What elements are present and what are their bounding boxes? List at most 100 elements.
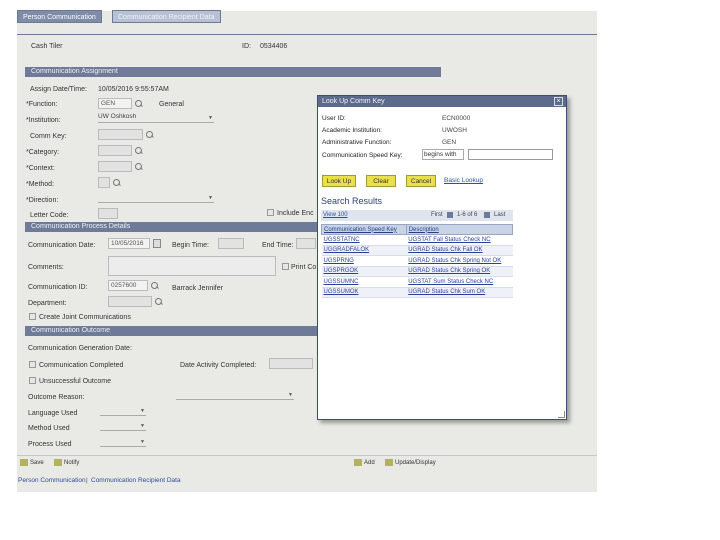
joint-comm-checkbox[interactable] <box>29 313 36 320</box>
admin-function-label: Administrative Function: <box>322 139 392 146</box>
institution-label: *Institution: <box>26 117 61 124</box>
chevron-down-icon: ▼ <box>140 408 145 414</box>
view-all-link[interactable]: View 100 <box>323 212 348 218</box>
table-row[interactable]: UGSPRNG UGRAD Status Chk Spring Not OK <box>321 255 513 267</box>
date-completed-field[interactable] <box>269 358 313 369</box>
results-table: Communication Speed Key Description UGSS… <box>321 224 514 298</box>
language-select[interactable]: ▼ <box>100 406 146 416</box>
chevron-down-icon: ▼ <box>140 423 145 429</box>
resize-handle-icon[interactable] <box>558 411 565 418</box>
column-header-description[interactable]: Description <box>405 224 514 235</box>
notify-icon <box>54 458 62 466</box>
description-cell[interactable]: UGRAD Status Chk Spring OK <box>406 266 513 277</box>
update-display-button[interactable]: Update/Display <box>385 458 436 468</box>
clear-button[interactable]: Clear <box>366 175 396 187</box>
academic-institution-value: UWOSH <box>442 127 467 134</box>
department-field[interactable] <box>108 296 152 307</box>
begin-time-field[interactable] <box>218 238 244 249</box>
speed-key-cell[interactable]: UGSPRGOK <box>321 266 407 277</box>
function-lookup-icon[interactable] <box>135 100 143 108</box>
joint-comm-label: Create Joint Communications <box>39 314 131 321</box>
description-cell[interactable]: UGSTAT Sum Status Check NC <box>406 276 513 288</box>
category-label: *Category: <box>26 149 60 156</box>
direction-label: *Direction: <box>26 197 59 204</box>
category-field[interactable] <box>98 145 132 156</box>
end-time-label: End Time: <box>262 242 294 249</box>
next-arrow-icon[interactable] <box>484 212 490 218</box>
process-used-select[interactable]: ▼ <box>100 437 146 447</box>
category-lookup-icon[interactable] <box>135 147 143 155</box>
nav-last-label[interactable]: Last <box>494 212 505 218</box>
unsuccessful-checkbox[interactable] <box>29 377 36 384</box>
table-row[interactable]: UGSSUMNC UGSTAT Sum Status Check NC <box>321 276 513 288</box>
table-row[interactable]: UGSPRGOK UGRAD Status Chk Spring OK <box>321 266 513 277</box>
basic-lookup-link[interactable]: Basic Lookup <box>444 177 483 184</box>
print-comm-label: Print Co <box>291 264 317 271</box>
calendar-icon[interactable] <box>153 239 161 248</box>
look-up-button[interactable]: Look Up <box>322 175 356 187</box>
cancel-button[interactable]: Cancel <box>406 175 436 187</box>
chevron-down-icon: ▼ <box>140 439 145 445</box>
notify-button[interactable]: Notify <box>54 458 79 468</box>
speed-key-cell[interactable]: UGGRADFALOK <box>321 245 407 256</box>
nav-first-label[interactable]: First <box>431 212 443 218</box>
footer-separator: | <box>86 477 88 484</box>
description-cell[interactable]: UGRAD Status Chk Sum OK <box>406 287 513 298</box>
table-row[interactable]: UGSSTATNC UGSTAT Fall Status Check NC <box>321 234 513 246</box>
description-cell[interactable]: UGRAD Status Chk Fall OK <box>406 245 513 256</box>
tab-person-communication[interactable]: Person Communication <box>17 10 102 23</box>
speed-key-cell[interactable]: UGSPRNG <box>321 255 407 267</box>
comm-key-lookup-icon[interactable] <box>146 131 154 139</box>
context-field[interactable] <box>98 161 132 172</box>
user-id-value: ECN0000 <box>442 115 471 122</box>
add-icon <box>354 458 362 466</box>
comm-key-field[interactable] <box>98 129 143 140</box>
letter-code-field[interactable] <box>98 208 118 219</box>
table-row[interactable]: UGSSUMOK UGRAD Status Chk Sum OK <box>321 287 513 298</box>
comm-id-lookup-icon[interactable] <box>151 282 159 290</box>
institution-select[interactable]: UW Oshkosh ▼ <box>98 113 214 123</box>
letter-code-label: Letter Code: <box>30 212 69 219</box>
comm-id-label: Communication ID: <box>28 284 88 291</box>
add-label: Add <box>364 460 375 466</box>
speed-key-cell[interactable]: UGSSUMNC <box>321 276 407 288</box>
update-icon <box>385 458 393 466</box>
tab-communication-recipient-data[interactable]: Communication Recipient Data <box>112 10 221 23</box>
comments-textarea[interactable] <box>108 256 276 276</box>
speed-key-cell[interactable]: UGSSUMOK <box>321 287 407 298</box>
outcome-reason-select[interactable]: ▼ <box>176 390 294 400</box>
modal-title: Look Up Comm Key <box>318 96 566 107</box>
end-time-field[interactable] <box>296 238 316 249</box>
prev-arrow-icon[interactable] <box>447 212 453 218</box>
save-button[interactable]: Save <box>20 458 44 468</box>
comm-date-label: Communication Date: <box>28 242 96 249</box>
comm-date-field[interactable]: 10/05/2016 <box>108 238 150 249</box>
department-lookup-icon[interactable] <box>155 298 163 306</box>
add-button[interactable]: Add <box>354 458 375 468</box>
print-comm-checkbox[interactable] <box>282 263 289 270</box>
footer-link-person-communication[interactable]: Person Communication <box>18 477 86 484</box>
method-used-select[interactable]: ▼ <box>100 421 146 431</box>
speed-key-input[interactable] <box>468 149 553 160</box>
method-field[interactable] <box>98 177 110 188</box>
section-comm-assignment: Communication Assignment <box>25 67 441 77</box>
close-icon[interactable]: × <box>554 97 563 106</box>
method-lookup-icon[interactable] <box>113 179 121 187</box>
comm-id-field[interactable]: 0257600 <box>108 280 148 291</box>
footer-link-recipient-data[interactable]: Communication Recipient Data <box>91 477 181 484</box>
save-icon <box>20 458 28 466</box>
comm-completed-checkbox[interactable] <box>29 361 36 368</box>
section-comm-outcome: Communication Outcome <box>25 326 317 336</box>
description-cell[interactable]: UGRAD Status Chk Spring Not OK <box>406 255 513 267</box>
direction-select[interactable]: ▼ <box>98 193 214 203</box>
speed-key-cell[interactable]: UGSSTATNC <box>321 234 407 246</box>
column-header-speed-key[interactable]: Communication Speed Key <box>321 224 407 235</box>
chevron-down-icon: ▼ <box>208 115 213 121</box>
include-enclosure-checkbox[interactable] <box>267 209 274 216</box>
function-field[interactable]: GEN <box>98 98 132 109</box>
tab-divider <box>17 34 597 35</box>
speed-key-operator-select[interactable]: begins with <box>422 149 464 160</box>
description-cell[interactable]: UGSTAT Fall Status Check NC <box>406 234 513 246</box>
context-lookup-icon[interactable] <box>135 163 143 171</box>
table-row[interactable]: UGGRADFALOK UGRAD Status Chk Fall OK <box>321 245 513 256</box>
